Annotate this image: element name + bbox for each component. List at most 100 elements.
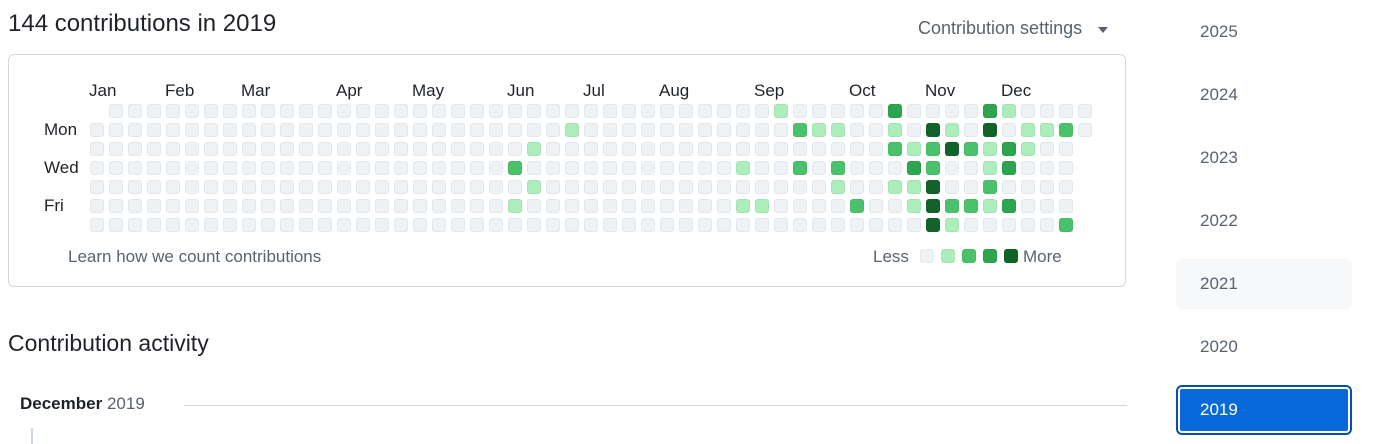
contribution-day-cell[interactable]	[1021, 199, 1035, 213]
contribution-day-cell[interactable]	[356, 142, 370, 156]
contribution-day-cell[interactable]	[261, 180, 275, 194]
contribution-day-cell[interactable]	[147, 104, 161, 118]
contribution-day-cell[interactable]	[717, 142, 731, 156]
contribution-day-cell[interactable]	[432, 180, 446, 194]
contribution-day-cell[interactable]	[527, 104, 541, 118]
contribution-day-cell[interactable]	[337, 199, 351, 213]
contribution-day-cell[interactable]	[926, 218, 940, 232]
contribution-day-cell[interactable]	[299, 142, 313, 156]
contribution-day-cell[interactable]	[603, 123, 617, 137]
contribution-day-cell[interactable]	[1040, 180, 1054, 194]
contribution-day-cell[interactable]	[1059, 218, 1073, 232]
contribution-day-cell[interactable]	[261, 142, 275, 156]
contribution-day-cell[interactable]	[907, 218, 921, 232]
contribution-day-cell[interactable]	[812, 161, 826, 175]
contribution-day-cell[interactable]	[337, 104, 351, 118]
contribution-day-cell[interactable]	[413, 142, 427, 156]
contribution-day-cell[interactable]	[698, 161, 712, 175]
contribution-day-cell[interactable]	[527, 123, 541, 137]
contribution-day-cell[interactable]	[128, 218, 142, 232]
contribution-day-cell[interactable]	[451, 142, 465, 156]
contribution-day-cell[interactable]	[736, 161, 750, 175]
contribution-day-cell[interactable]	[508, 104, 522, 118]
contribution-day-cell[interactable]	[318, 180, 332, 194]
contribution-day-cell[interactable]	[622, 123, 636, 137]
contribution-day-cell[interactable]	[318, 104, 332, 118]
contribution-day-cell[interactable]	[831, 123, 845, 137]
contribution-day-cell[interactable]	[679, 161, 693, 175]
year-link-2025[interactable]: 2025	[1176, 7, 1352, 57]
contribution-day-cell[interactable]	[451, 199, 465, 213]
contribution-day-cell[interactable]	[204, 180, 218, 194]
contribution-day-cell[interactable]	[584, 142, 598, 156]
contribution-day-cell[interactable]	[736, 199, 750, 213]
contribution-day-cell[interactable]	[945, 218, 959, 232]
contribution-day-cell[interactable]	[185, 218, 199, 232]
contribution-day-cell[interactable]	[907, 142, 921, 156]
contribution-day-cell[interactable]	[489, 142, 503, 156]
contribution-day-cell[interactable]	[964, 161, 978, 175]
contribution-day-cell[interactable]	[508, 199, 522, 213]
contribution-day-cell[interactable]	[166, 199, 180, 213]
contribution-day-cell[interactable]	[166, 123, 180, 137]
contribution-day-cell[interactable]	[774, 161, 788, 175]
contribution-day-cell[interactable]	[641, 218, 655, 232]
contribution-day-cell[interactable]	[337, 161, 351, 175]
contribution-day-cell[interactable]	[413, 123, 427, 137]
contribution-day-cell[interactable]	[527, 142, 541, 156]
contribution-day-cell[interactable]	[318, 123, 332, 137]
contribution-day-cell[interactable]	[831, 142, 845, 156]
contribution-day-cell[interactable]	[983, 180, 997, 194]
contribution-day-cell[interactable]	[907, 104, 921, 118]
contribution-day-cell[interactable]	[432, 123, 446, 137]
contribution-day-cell[interactable]	[1059, 161, 1073, 175]
contribution-day-cell[interactable]	[698, 218, 712, 232]
contribution-day-cell[interactable]	[128, 161, 142, 175]
contribution-day-cell[interactable]	[565, 199, 579, 213]
contribution-day-cell[interactable]	[470, 161, 484, 175]
contribution-day-cell[interactable]	[964, 218, 978, 232]
contribution-day-cell[interactable]	[90, 218, 104, 232]
contribution-day-cell[interactable]	[1059, 104, 1073, 118]
contribution-day-cell[interactable]	[337, 123, 351, 137]
contribution-day-cell[interactable]	[223, 104, 237, 118]
contribution-day-cell[interactable]	[755, 142, 769, 156]
contribution-day-cell[interactable]	[945, 142, 959, 156]
contribution-day-cell[interactable]	[641, 199, 655, 213]
contribution-day-cell[interactable]	[907, 199, 921, 213]
contribution-day-cell[interactable]	[584, 104, 598, 118]
contribution-day-cell[interactable]	[185, 142, 199, 156]
contribution-day-cell[interactable]	[109, 123, 123, 137]
contribution-day-cell[interactable]	[508, 142, 522, 156]
contribution-day-cell[interactable]	[679, 123, 693, 137]
contribution-day-cell[interactable]	[90, 161, 104, 175]
contribution-day-cell[interactable]	[1002, 123, 1016, 137]
contribution-day-cell[interactable]	[470, 142, 484, 156]
contribution-day-cell[interactable]	[1059, 199, 1073, 213]
contribution-day-cell[interactable]	[223, 142, 237, 156]
contribution-day-cell[interactable]	[375, 142, 389, 156]
contribution-day-cell[interactable]	[242, 180, 256, 194]
contribution-day-cell[interactable]	[622, 104, 636, 118]
contribution-day-cell[interactable]	[717, 104, 731, 118]
contribution-day-cell[interactable]	[679, 199, 693, 213]
contribution-day-cell[interactable]	[204, 104, 218, 118]
contribution-day-cell[interactable]	[470, 180, 484, 194]
contribution-day-cell[interactable]	[660, 142, 674, 156]
contribution-day-cell[interactable]	[869, 199, 883, 213]
contribution-day-cell[interactable]	[337, 180, 351, 194]
contribution-day-cell[interactable]	[185, 199, 199, 213]
contribution-day-cell[interactable]	[831, 104, 845, 118]
contribution-day-cell[interactable]	[983, 142, 997, 156]
contribution-day-cell[interactable]	[280, 199, 294, 213]
contribution-day-cell[interactable]	[109, 161, 123, 175]
contribution-day-cell[interactable]	[413, 199, 427, 213]
contribution-day-cell[interactable]	[736, 142, 750, 156]
contribution-day-cell[interactable]	[1002, 161, 1016, 175]
contribution-day-cell[interactable]	[964, 142, 978, 156]
contribution-day-cell[interactable]	[318, 199, 332, 213]
contribution-day-cell[interactable]	[565, 161, 579, 175]
contribution-day-cell[interactable]	[299, 104, 313, 118]
year-link-2023[interactable]: 2023	[1176, 133, 1352, 183]
contribution-day-cell[interactable]	[622, 142, 636, 156]
